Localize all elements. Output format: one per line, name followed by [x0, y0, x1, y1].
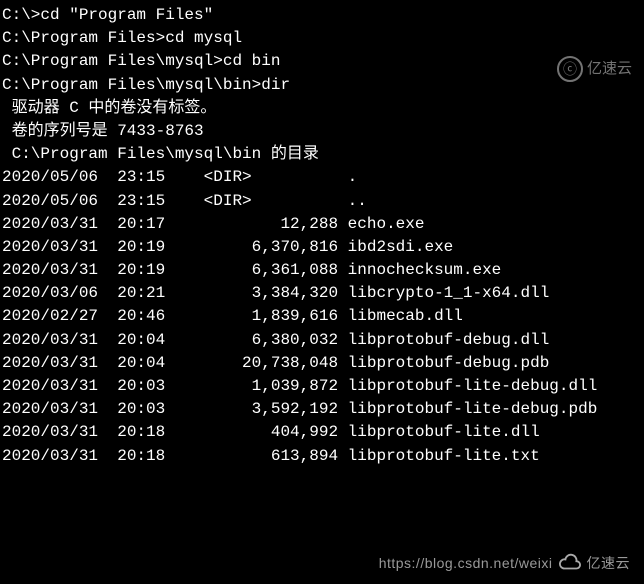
terminal-line: 2020/02/27 20:46 1,839,616 libmecab.dll — [2, 305, 642, 328]
terminal-line: 2020/03/31 20:19 6,370,816 ibd2sdi.exe — [2, 236, 642, 259]
terminal-line: C:\Program Files\mysql\bin>dir — [2, 74, 642, 97]
terminal-line: C:\>cd "Program Files" — [2, 4, 642, 27]
terminal-line: 2020/03/31 20:17 12,288 echo.exe — [2, 213, 642, 236]
terminal-line: C:\Program Files>cd mysql — [2, 27, 642, 50]
terminal-line: 2020/03/31 20:19 6,361,088 innochecksum.… — [2, 259, 642, 282]
terminal-line: C:\Program Files\mysql>cd bin — [2, 50, 642, 73]
terminal-output: C:\>cd "Program Files"C:\Program Files>c… — [2, 4, 642, 468]
terminal-line: 2020/03/31 20:18 404,992 libprotobuf-lit… — [2, 421, 642, 444]
terminal-line: 2020/03/31 20:03 1,039,872 libprotobuf-l… — [2, 375, 642, 398]
terminal-line: 2020/05/06 23:15 <DIR> .. — [2, 190, 642, 213]
watermark-footer: https://blog.csdn.net/weixi 亿速云 — [379, 552, 630, 574]
watermark-text: 亿速云 — [587, 58, 632, 80]
terminal-line: 2020/03/31 20:18 613,894 libprotobuf-lit… — [2, 445, 642, 468]
footer-brand: 亿速云 — [587, 553, 631, 573]
terminal-line: 卷的序列号是 7433-8763 — [2, 120, 642, 143]
terminal-line: C:\Program Files\mysql\bin 的目录 — [2, 143, 642, 166]
terminal-line: 驱动器 C 中的卷没有标签。 — [2, 97, 642, 120]
terminal-line: 2020/03/31 20:03 3,592,192 libprotobuf-l… — [2, 398, 642, 421]
terminal-line: 2020/05/06 23:15 <DIR> . — [2, 166, 642, 189]
terminal-line: 2020/03/31 20:04 20,738,048 libprotobuf-… — [2, 352, 642, 375]
terminal-line: 2020/03/31 20:04 6,380,032 libprotobuf-d… — [2, 329, 642, 352]
terminal-line: 2020/03/06 20:21 3,384,320 libcrypto-1_1… — [2, 282, 642, 305]
cloud-logo-icon — [559, 552, 581, 574]
watermark-icon: ⓒ — [557, 56, 583, 82]
footer-url: https://blog.csdn.net/weixi — [379, 553, 553, 573]
watermark-top: ⓒ 亿速云 — [557, 56, 632, 82]
